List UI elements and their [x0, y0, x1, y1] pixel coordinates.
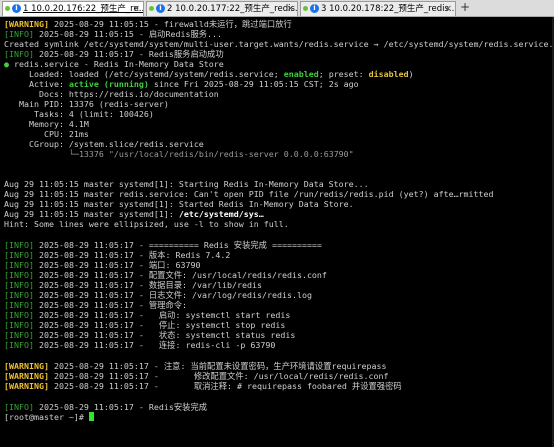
- connected-status-icon: [5, 6, 10, 11]
- tab-session-2[interactable]: i 2 10.0.20.177:22_预生产_redis... ×: [146, 1, 298, 16]
- tab-bar: i 1 10.0.20.176:22_预生产_re... × i 2 10.0.…: [0, 0, 554, 17]
- terminal-line: [INFO] 2025-08-29 11:05:17 - 管理命令:: [4, 300, 188, 310]
- terminal-line: Tasks: 4 (limit: 100426): [4, 109, 154, 119]
- terminal-line: [INFO] 2025-08-29 11:05:17 - 日志文件: /var/…: [4, 290, 312, 300]
- terminal-line: CPU: 21ms: [4, 129, 89, 139]
- terminal-line: Aug 29 11:05:15 master redis.service: Ca…: [4, 189, 494, 199]
- terminal-line: Aug 29 11:05:15 master systemd[1]: Start…: [4, 199, 354, 209]
- tab-label: 2 10.0.20.177:22_预生产_redis...: [167, 4, 298, 14]
- info-icon: i: [156, 4, 165, 13]
- terminal-line: Main PID: 13376 (redis-server): [4, 99, 169, 109]
- shell-prompt[interactable]: [root@master ~]#: [4, 412, 94, 422]
- terminal-line: [INFO] 2025-08-29 11:05:17 - ========== …: [4, 240, 322, 250]
- terminal-line: Loaded: loaded (/etc/systemd/system/redi…: [4, 69, 414, 79]
- terminal-line: [INFO] 2025-08-29 11:05:15 - 启动Redis服务..…: [4, 29, 223, 39]
- terminal-line: └─13376 "/usr/local/redis/bin/redis-serv…: [4, 149, 354, 159]
- connected-status-icon: [303, 6, 308, 11]
- terminal-line: [WARNING] 2025-08-29 11:05:17 - 注意: 当前配置…: [4, 361, 387, 371]
- tab-session-1[interactable]: i 1 10.0.20.176:22_预生产_re... ×: [2, 1, 144, 16]
- terminal-line: Aug 29 11:05:15 master systemd[1]: /etc/…: [4, 209, 264, 219]
- terminal-line: [INFO] 2025-08-29 11:05:17 - 连接: redis-c…: [4, 340, 276, 350]
- tab-label: 1 10.0.20.176:22_预生产_re...: [23, 4, 144, 14]
- terminal-line: [INFO] 2025-08-29 11:05:17 - 配置文件: /usr/…: [4, 270, 327, 280]
- terminal-line: ● redis.service - Redis In-Memory Data S…: [4, 59, 224, 69]
- terminal-output[interactable]: [WARNING] 2025-08-29 11:05:15 - firewall…: [0, 17, 554, 447]
- terminal-line: Hint: Some lines were ellipsized, use -l…: [4, 219, 289, 229]
- terminal-line: [WARNING] 2025-08-29 11:05:17 - 取消注释: # …: [4, 381, 402, 391]
- terminal-line: CGroup: /system.slice/redis.service: [4, 139, 204, 149]
- terminal-line: [INFO] 2025-08-29 11:05:17 - 停止: systemc…: [4, 320, 286, 330]
- terminal-line: Created symlink /etc/systemd/system/mult…: [4, 39, 554, 49]
- info-icon: i: [310, 4, 319, 13]
- close-icon[interactable]: ×: [444, 2, 452, 16]
- tab-session-3[interactable]: i 3 10.0.20.178:22_预生产_redis... ×: [300, 1, 456, 16]
- new-tab-button[interactable]: +: [458, 0, 472, 15]
- cursor: [88, 412, 94, 421]
- terminal-line: [INFO] 2025-08-29 11:05:17 - 端口: 63790: [4, 260, 201, 270]
- terminal-line: Aug 29 11:05:15 master systemd[1]: Start…: [4, 179, 369, 189]
- close-icon[interactable]: ×: [132, 2, 140, 16]
- terminal-line: [INFO] 2025-08-29 11:05:17 - Redis服务启动成功: [4, 49, 224, 59]
- terminal-line: [INFO] 2025-08-29 11:05:17 - 状态: systemc…: [4, 330, 296, 340]
- tab-label: 3 10.0.20.178:22_预生产_redis...: [321, 4, 456, 14]
- terminal-line: [WARNING] 2025-08-29 11:05:17 - 修改配置文件: …: [4, 371, 389, 381]
- terminal-line: [INFO] 2025-08-29 11:05:17 - 版本: Redis 7…: [4, 250, 231, 260]
- terminal-line: Memory: 4.1M: [4, 119, 89, 129]
- terminal-line: [INFO] 2025-08-29 11:05:17 - Redis安装完成: [4, 402, 208, 412]
- terminal-line: [WARNING] 2025-08-29 11:05:15 - firewall…: [4, 19, 292, 29]
- terminal-line: Docs: https://redis.io/documentation: [4, 89, 219, 99]
- close-icon[interactable]: ×: [286, 2, 294, 16]
- terminal-line: Active: active (running) since Fri 2025-…: [4, 79, 359, 89]
- connected-status-icon: [149, 6, 154, 11]
- info-icon: i: [12, 4, 21, 13]
- terminal-line: [INFO] 2025-08-29 11:05:17 - 数据目录: /var/…: [4, 280, 262, 290]
- terminal-line: [INFO] 2025-08-29 11:05:17 - 启动: systemc…: [4, 310, 291, 320]
